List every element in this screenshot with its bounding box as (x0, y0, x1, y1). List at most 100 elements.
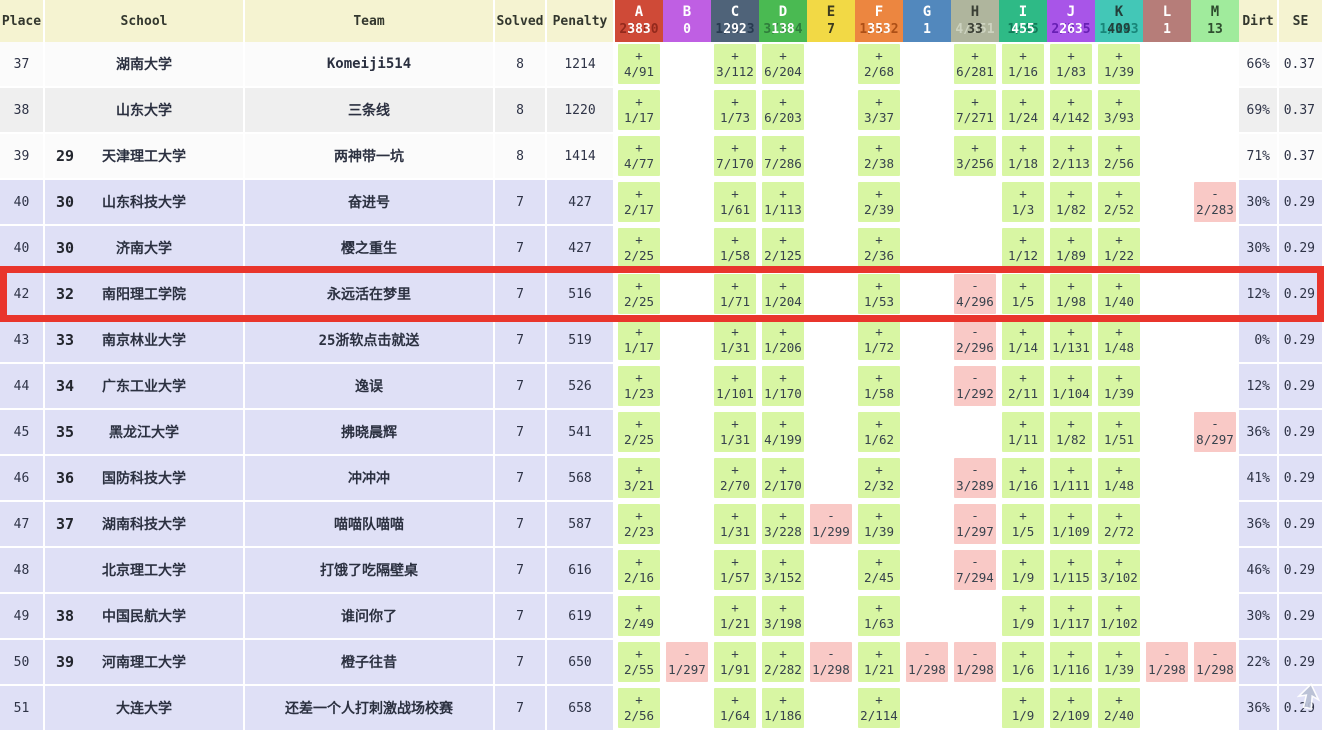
team-row[interactable]: 4938中国民航大学谁问你了7619+2/49+1/21+3/198+1/63+… (0, 594, 1324, 640)
team-cell: 拂晓晨辉 (245, 410, 495, 456)
team-row[interactable]: 4737湖南科技大学喵喵队喵喵7587+2/23+1/31+3/228-1/29… (0, 502, 1324, 548)
team-row[interactable]: 4030济南大学樱之重生7427+2/25+1/58+2/125+2/36+1/… (0, 226, 1324, 272)
team-name: 喵喵队喵喵 (334, 517, 404, 533)
problem-cell-C: +1/101 (711, 364, 759, 410)
result-status: + (635, 140, 643, 156)
problem-cell-H: -4/296 (951, 272, 999, 318)
problem-cell-L (1143, 272, 1191, 318)
problem-cell-I: +1/16 (999, 456, 1047, 502)
team-row[interactable]: 4333南京林业大学25浙软点击就送7519+1/17+1/31+1/206+1… (0, 318, 1324, 364)
result-tries-time: 1/71 (720, 294, 750, 310)
problem-header-I: I1/45455 (999, 0, 1047, 42)
team-row[interactable]: 4434广东工业大学逸误7526+1/23+1/101+1/170+1/58-1… (0, 364, 1324, 410)
problem-cell-D: +1/170 (759, 364, 807, 410)
result-status: + (1067, 554, 1075, 570)
problem-cell-E (807, 318, 855, 364)
result-chip: +1/102 (1098, 596, 1140, 636)
result-tries-time: 2/109 (1052, 708, 1090, 724)
problem-cell-I: +1/5 (999, 272, 1047, 318)
result-chip: +3/152 (762, 550, 804, 590)
result-status: + (1115, 508, 1123, 524)
result-status: + (779, 278, 787, 294)
problem-cell-K: +2/40 (1095, 686, 1143, 732)
problem-cell-L (1143, 594, 1191, 640)
result-status: + (635, 186, 643, 202)
team-row[interactable]: 51大连大学还差一个人打刺激战场校赛7658+2/56+1/64+1/186+2… (0, 686, 1324, 732)
result-tries-time: 1/104 (1052, 386, 1090, 402)
problem-solve-count: 263 (1059, 22, 1082, 37)
team-row[interactable]: 4232南阳理工学院永远活在梦里7516+2/25+1/71+1/204+1/5… (0, 272, 1324, 318)
result-chip: +1/39 (858, 504, 900, 544)
problem-cell-M (1191, 548, 1239, 594)
team-name: 逸误 (355, 379, 383, 395)
problem-cell-E (807, 410, 855, 456)
place-cell: 48 (0, 548, 45, 594)
problem-solve-count: 292 (723, 22, 746, 37)
result-chip: +2/40 (1098, 688, 1140, 728)
problem-cell-C: +1/58 (711, 226, 759, 272)
problem-cell-C: +2/70 (711, 456, 759, 502)
team-row[interactable]: 5039河南理工大学橙子往昔7650+2/55-1/297+1/91+2/282… (0, 640, 1324, 686)
scoreboard-table: PlaceSchoolTeamSolvedPenaltyA2/380383B0C… (0, 0, 1324, 732)
result-chip: +1/14 (1002, 320, 1044, 360)
team-row[interactable]: 4535黑龙江大学拂晓晨辉7541+2/25+1/31+4/199+1/62+1… (0, 410, 1324, 456)
result-tries-time: 1/12 (1008, 248, 1038, 264)
school-cell: 30山东科技大学 (45, 180, 245, 226)
result-status: + (779, 600, 787, 616)
result-chip: +1/62 (858, 412, 900, 452)
result-chip: +2/70 (714, 458, 756, 498)
result-chip: -2/296 (954, 320, 996, 360)
result-chip: +2/45 (858, 550, 900, 590)
problem-cell-A: +4/77 (615, 134, 663, 180)
problem-cell-E (807, 88, 855, 134)
school-name: 山东科技大学 (102, 195, 186, 211)
team-name: 25浙软点击就送 (319, 333, 420, 349)
problem-cell-I: +1/9 (999, 686, 1047, 732)
school-cell: 34广东工业大学 (45, 364, 245, 410)
result-status: + (635, 416, 643, 432)
problem-solve-count: 1 (1163, 22, 1171, 37)
se-cell: 0.29 (1279, 410, 1324, 456)
problem-cell-M (1191, 594, 1239, 640)
result-chip: +3/21 (618, 458, 660, 498)
result-chip: +6/281 (954, 44, 996, 84)
result-status: + (1019, 370, 1027, 386)
result-chip: +2/282 (762, 642, 804, 682)
team-row[interactable]: 37湖南大学Komeiji51481214+4/91+3/112+6/204+2… (0, 42, 1324, 88)
result-chip: +1/111 (1050, 458, 1092, 498)
official-rank: 38 (56, 607, 74, 625)
result-status: + (779, 646, 787, 662)
result-status: + (635, 370, 643, 386)
problem-cell-A: +2/25 (615, 410, 663, 456)
result-tries-time: 1/24 (1008, 110, 1038, 126)
problem-header-F: F1/132353 (855, 0, 903, 42)
result-tries-time: 2/32 (864, 478, 894, 494)
se-cell: 0.37 (1279, 134, 1324, 180)
result-tries-time: 3/289 (956, 478, 994, 494)
problem-cell-E: -1/299 (807, 502, 855, 548)
team-row[interactable]: 48北京理工大学打饿了吃隔壁桌7616+2/16+1/57+3/152+2/45… (0, 548, 1324, 594)
problem-cell-F: +2/39 (855, 180, 903, 226)
team-row[interactable]: 4636国防科技大学冲冲冲7568+3/21+2/70+2/170+2/32-3… (0, 456, 1324, 502)
result-status: + (731, 324, 739, 340)
result-chip: +1/206 (762, 320, 804, 360)
problem-cell-E (807, 364, 855, 410)
result-status: + (635, 508, 643, 524)
penalty-cell: 516 (547, 272, 615, 318)
team-row[interactable]: 38山东大学三条线81220+1/17+1/73+6/203+3/37+7/27… (0, 88, 1324, 134)
result-status: + (1067, 94, 1075, 110)
result-status: - (971, 508, 979, 524)
problem-cell-K: +1/39 (1095, 364, 1143, 410)
result-tries-time: 3/37 (864, 110, 894, 126)
penalty-cell: 587 (547, 502, 615, 548)
result-tries-time: 1/89 (1056, 248, 1086, 264)
team-row[interactable]: 3929天津理工大学两神带一坑81414+4/77+7/170+7/286+2/… (0, 134, 1324, 180)
team-row[interactable]: 4030山东科技大学奋进号7427+2/17+1/61+1/113+2/39+1… (0, 180, 1324, 226)
result-status: + (731, 370, 739, 386)
problem-cell-M: -8/297 (1191, 410, 1239, 456)
result-chip: +1/9 (1002, 550, 1044, 590)
school-cell: 37湖南科技大学 (45, 502, 245, 548)
result-status: + (1067, 416, 1075, 432)
result-tries-time: 1/170 (764, 386, 802, 402)
team-cell: 冲冲冲 (245, 456, 495, 502)
